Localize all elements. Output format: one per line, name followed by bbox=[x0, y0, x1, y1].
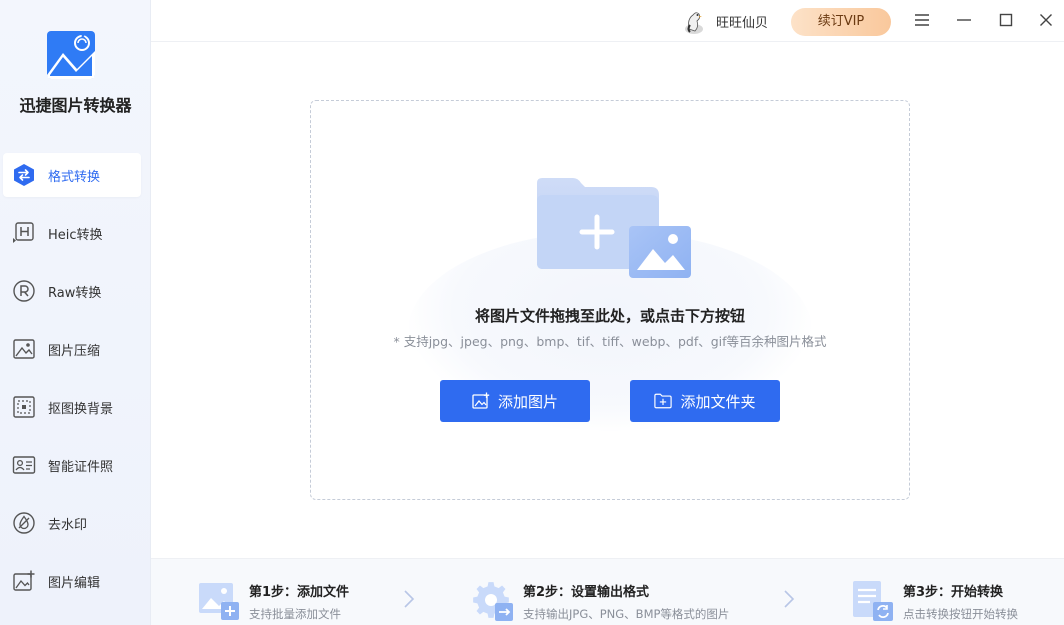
sidebar-item-label: Raw转换 bbox=[48, 285, 102, 301]
sidebar-item-label: 抠图换背景 bbox=[48, 401, 114, 417]
add-image-icon bbox=[472, 392, 490, 410]
add-image-label: 添加图片 bbox=[497, 392, 558, 411]
menu-button[interactable] bbox=[911, 10, 933, 32]
maximize-button[interactable] bbox=[995, 10, 1017, 32]
step-description: 支持批量添加文件 bbox=[249, 607, 341, 621]
sidebar-item-label: Heic转换 bbox=[48, 227, 103, 243]
add-image-button[interactable]: 添加图片 bbox=[440, 380, 590, 422]
sidebar-item-heic-convert[interactable]: Heic转换 bbox=[3, 211, 141, 255]
sidebar-item-label: 格式转换 bbox=[48, 169, 101, 185]
avatar bbox=[681, 7, 707, 35]
close-button[interactable] bbox=[1035, 10, 1057, 32]
cutout-background-icon bbox=[12, 395, 36, 419]
step-description: 点击转换按钮开始转换 bbox=[903, 607, 1018, 621]
close-icon bbox=[1039, 12, 1053, 31]
heic-icon bbox=[12, 221, 36, 245]
user-profile[interactable]: 旺旺仙贝 bbox=[681, 7, 768, 35]
sidebar-item-label: 智能证件照 bbox=[48, 459, 114, 475]
sidebar-item-image-edit[interactable]: 图片编辑 bbox=[3, 559, 141, 603]
steps-guide: 第1步：添加文件 支持批量添加文件 第2步：设置输出格式 支持输出JPG、PNG… bbox=[151, 558, 1064, 625]
sidebar-nav: 格式转换 Heic转换 Raw转换 图片压缩 抠图换背景 智能证件照 去水印 图… bbox=[0, 153, 151, 617]
sidebar-item-raw-convert[interactable]: Raw转换 bbox=[3, 269, 141, 313]
minimize-icon bbox=[956, 12, 972, 31]
id-photo-icon bbox=[12, 453, 36, 477]
app-logo-icon bbox=[47, 31, 95, 79]
sidebar: 迅捷图片转换器 格式转换 Heic转换 Raw转换 图片压缩 抠图换背景 智能证… bbox=[0, 0, 151, 625]
step-1: 第1步：添加文件 支持批量添加文件 bbox=[197, 579, 349, 623]
drop-zone-title: 将图片文件拖拽至此处，或点击下方按钮 bbox=[474, 307, 745, 325]
minimize-button[interactable] bbox=[953, 10, 975, 32]
swap-arrows-icon bbox=[12, 163, 36, 187]
sidebar-item-remove-watermark[interactable]: 去水印 bbox=[3, 501, 141, 545]
sidebar-item-image-compress[interactable]: 图片压缩 bbox=[3, 327, 141, 371]
renew-vip-button[interactable]: 续订VIP bbox=[791, 8, 891, 36]
raw-icon bbox=[12, 279, 36, 303]
sidebar-item-label: 图片压缩 bbox=[48, 343, 101, 359]
step-title: 第3步：开始转换 bbox=[903, 585, 1004, 600]
add-folder-illustration-icon bbox=[533, 175, 693, 285]
chevron-right-icon bbox=[783, 589, 795, 609]
hamburger-menu-icon bbox=[914, 12, 930, 31]
sidebar-item-label: 去水印 bbox=[48, 517, 88, 533]
start-convert-step-icon bbox=[851, 579, 895, 623]
chevron-right-icon bbox=[403, 589, 415, 609]
step-3: 第3步：开始转换 点击转换按钮开始转换 bbox=[851, 579, 1018, 623]
sidebar-item-cutout-background[interactable]: 抠图换背景 bbox=[3, 385, 141, 429]
add-folder-icon bbox=[654, 392, 673, 410]
title-bar: 旺旺仙贝 续订VIP bbox=[151, 0, 1064, 42]
sidebar-item-id-photo[interactable]: 智能证件照 bbox=[3, 443, 141, 487]
step-2: 第2步：设置输出格式 支持输出JPG、PNG、BMP等格式的图片 bbox=[471, 579, 729, 623]
step-title: 第2步：设置输出格式 bbox=[523, 585, 650, 600]
add-folder-label: 添加文件夹 bbox=[680, 392, 756, 411]
file-drop-zone[interactable]: 将图片文件拖拽至此处，或点击下方按钮 * 支持jpg、jpeg、png、bmp、… bbox=[310, 100, 910, 500]
settings-gear-step-icon bbox=[471, 579, 515, 623]
sidebar-item-label: 图片编辑 bbox=[48, 575, 101, 591]
maximize-icon bbox=[999, 12, 1013, 31]
add-folder-button[interactable]: 添加文件夹 bbox=[630, 380, 780, 422]
step-title: 第1步：添加文件 bbox=[249, 585, 350, 600]
sidebar-item-format-convert[interactable]: 格式转换 bbox=[3, 153, 141, 197]
image-compress-icon bbox=[12, 337, 36, 361]
image-edit-icon bbox=[12, 569, 36, 593]
supported-formats-hint: * 支持jpg、jpeg、png、bmp、tif、tiff、webp、pdf、g… bbox=[393, 334, 827, 349]
step-description: 支持输出JPG、PNG、BMP等格式的图片 bbox=[523, 607, 730, 621]
add-file-step-icon bbox=[197, 579, 241, 623]
remove-watermark-icon bbox=[12, 511, 36, 535]
app-name: 迅捷图片转换器 bbox=[19, 96, 132, 115]
username: 旺旺仙贝 bbox=[716, 15, 769, 31]
